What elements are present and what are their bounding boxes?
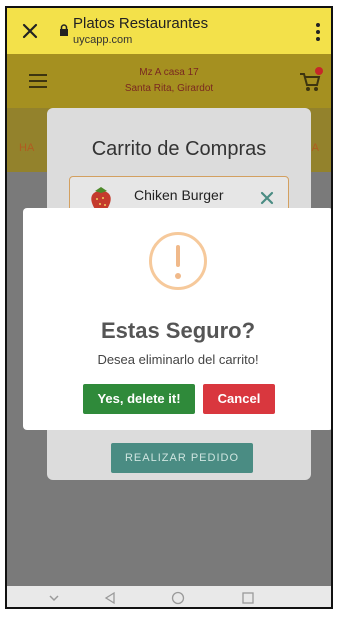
cart-title: Carrito de Compras bbox=[91, 138, 267, 160]
place-order-button[interactable]: REALIZAR PEDIDO bbox=[111, 443, 253, 473]
cart-badge bbox=[315, 67, 323, 75]
back-icon[interactable] bbox=[103, 591, 117, 605]
home-icon[interactable] bbox=[171, 591, 185, 605]
address-line-2: Santa Rita, Girardot bbox=[124, 83, 214, 94]
confirm-delete-button[interactable]: Yes, delete it! bbox=[83, 384, 195, 414]
tab-url: uycapp.com bbox=[73, 34, 133, 46]
tab-left[interactable]: HA bbox=[19, 142, 34, 154]
tab-title: Platos Restaurantes bbox=[73, 15, 209, 32]
lock-icon bbox=[60, 24, 68, 36]
cancel-button[interactable]: Cancel bbox=[203, 384, 275, 414]
dialog-message: Desea eliminarlo del carrito! bbox=[97, 352, 259, 367]
remove-item-icon[interactable] bbox=[260, 191, 274, 205]
android-nav-bar bbox=[7, 586, 331, 607]
exclamation-icon bbox=[149, 232, 207, 290]
shopping-cart-icon[interactable] bbox=[299, 72, 321, 92]
dialog-title: Estas Seguro? bbox=[100, 318, 256, 343]
address-line-1: Mz A casa 17 bbox=[139, 67, 199, 78]
more-vert-icon[interactable] bbox=[315, 22, 321, 42]
recents-icon[interactable] bbox=[241, 591, 255, 605]
close-icon[interactable] bbox=[19, 20, 41, 42]
chevron-down-icon[interactable] bbox=[47, 591, 61, 605]
cart-item-name: Chiken Burger bbox=[134, 187, 224, 203]
app-header: Mz A casa 17 Santa Rita, Girardot bbox=[7, 54, 331, 108]
tab-right[interactable]: A bbox=[312, 142, 319, 154]
phone-screen: Platos Restaurantes uycapp.com Mz A casa… bbox=[5, 6, 333, 609]
confirm-dialog: Estas Seguro? Desea eliminarlo del carri… bbox=[23, 208, 331, 430]
browser-tab-bar: Platos Restaurantes uycapp.com bbox=[7, 8, 331, 54]
